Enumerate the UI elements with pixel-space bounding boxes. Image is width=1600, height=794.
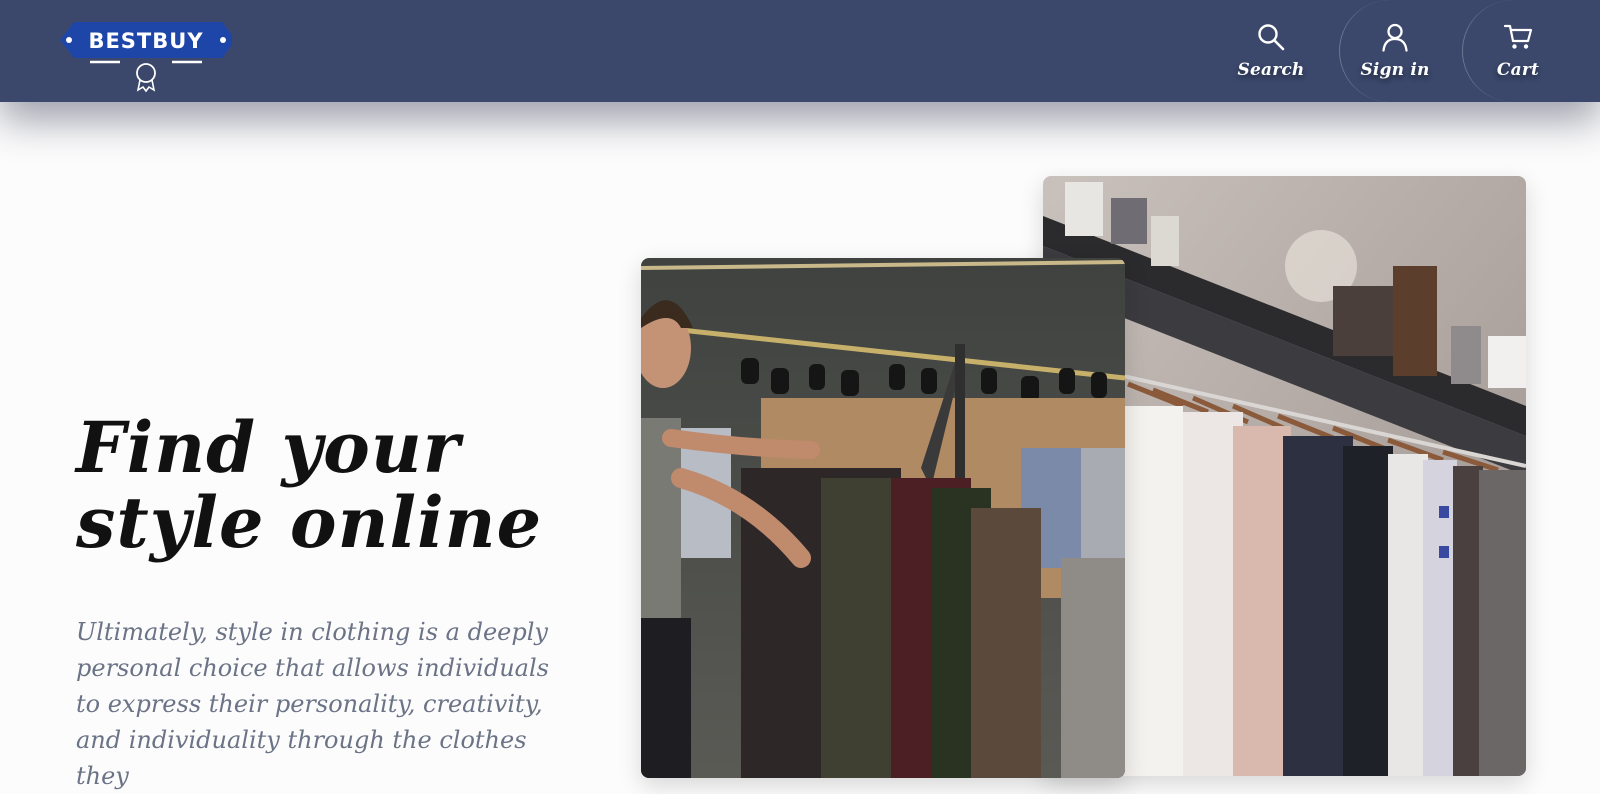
hero-title-line1: Find your [76,406,461,489]
nav-sign-in[interactable]: Sign in [1339,0,1450,102]
top-navbar: BESTBUY Search Sign in Cart [0,0,1600,102]
search-icon [1256,22,1286,52]
nav-search-label: Search [1237,60,1305,80]
nav-cart[interactable]: Cart [1462,0,1573,102]
nav-cart-label: Cart [1496,60,1540,80]
man-browsing-photo [641,258,1125,778]
nav-search[interactable]: Search [1216,0,1326,102]
hero-title-line2: style online [76,481,543,564]
nav-sign-in-label: Sign in [1360,60,1430,80]
user-icon [1380,22,1410,52]
hero-title: Find your style online [76,410,542,560]
logo-text: BESTBUY [88,29,203,53]
hero-description: Ultimately, style in clothing is a deepl… [76,618,549,790]
cart-icon [1503,22,1533,52]
bestbuy-logo[interactable]: BESTBUY [60,20,236,94]
